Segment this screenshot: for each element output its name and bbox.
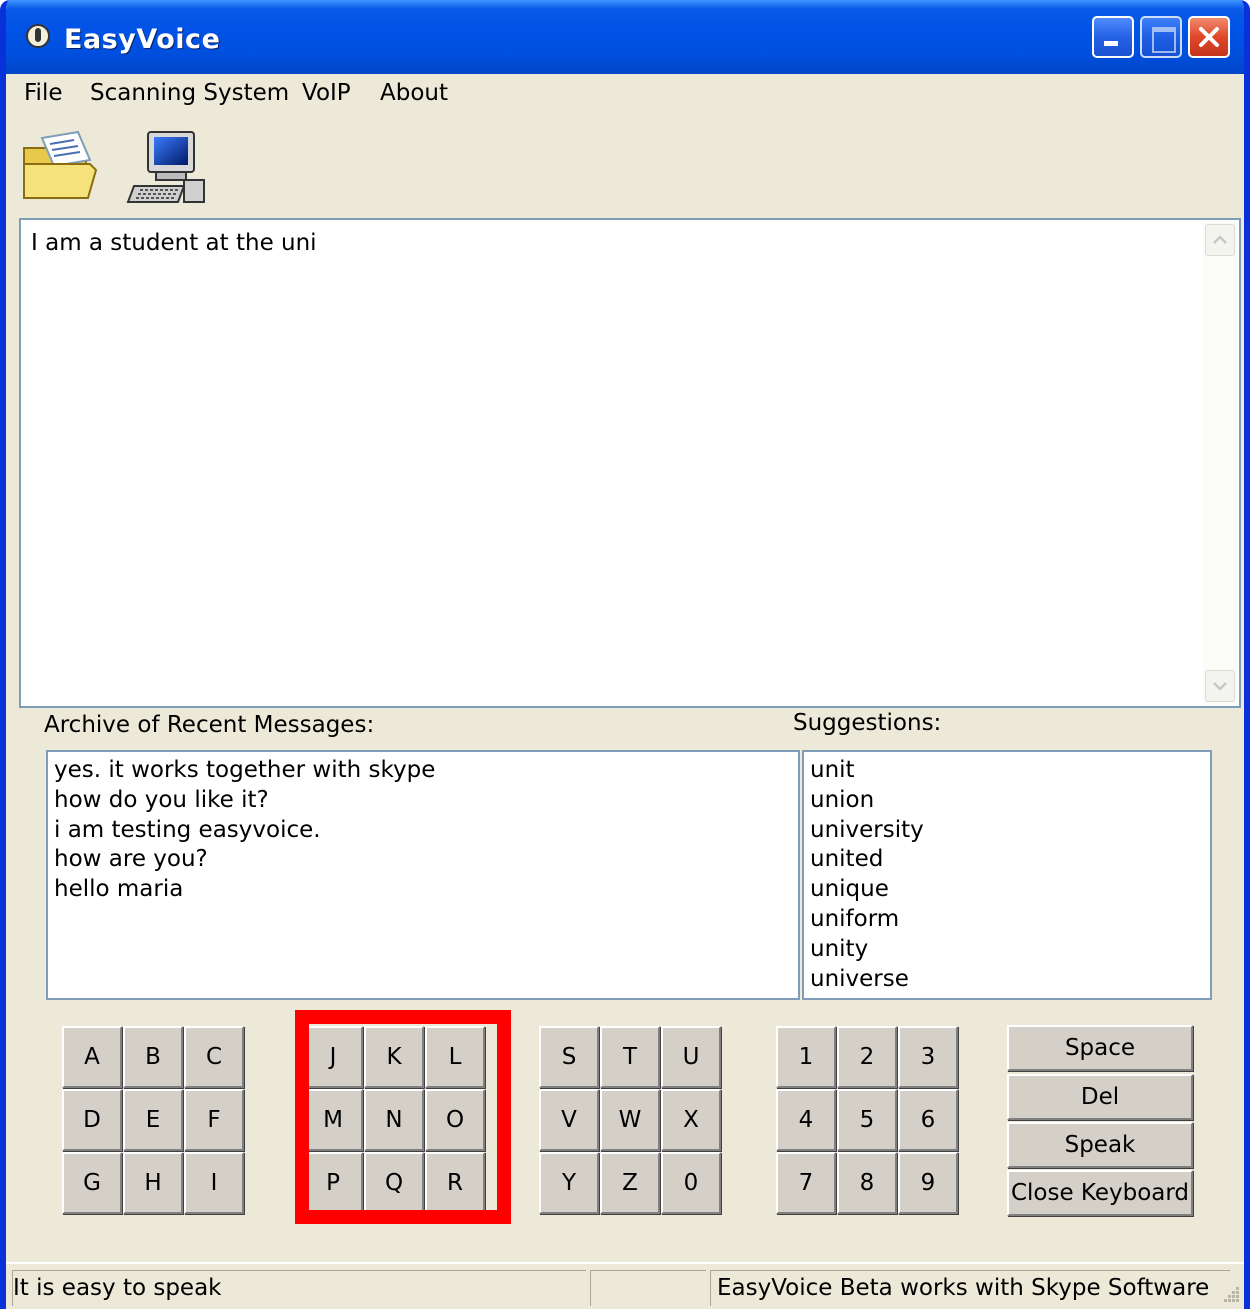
key-z[interactable]: Z (600, 1152, 660, 1214)
key-6[interactable]: 6 (898, 1089, 958, 1151)
menu-scanning-system[interactable]: Scanning System (90, 80, 289, 106)
menu-bar: File Scanning System VoIP About (6, 74, 1244, 116)
key-w[interactable]: W (600, 1089, 660, 1151)
key-i[interactable]: I (184, 1152, 244, 1214)
menu-about[interactable]: About (380, 80, 448, 106)
close-icon (1199, 27, 1219, 47)
space-button[interactable]: Space (1007, 1025, 1193, 1071)
speak-button[interactable]: Speak (1007, 1122, 1193, 1168)
key-f[interactable]: F (184, 1089, 244, 1151)
key-7[interactable]: 7 (776, 1152, 836, 1214)
scroll-up-button[interactable] (1205, 224, 1235, 256)
list-item[interactable]: how do you like it? (54, 786, 792, 816)
message-text: I am a student at the uni (31, 230, 317, 256)
key-2[interactable]: 2 (837, 1026, 897, 1088)
status-bar: It is easy to speak EasyVoice Beta works… (6, 1262, 1244, 1309)
resize-grip-icon[interactable] (1222, 1285, 1240, 1303)
key-b[interactable]: B (123, 1026, 183, 1088)
key-4[interactable]: 4 (776, 1089, 836, 1151)
suggestions-label: Suggestions: (793, 710, 942, 736)
app-icon (26, 24, 50, 48)
key-s[interactable]: S (539, 1026, 599, 1088)
computer-icon[interactable] (126, 128, 208, 206)
key-h[interactable]: H (123, 1152, 183, 1214)
key-u[interactable]: U (661, 1026, 721, 1088)
list-item[interactable]: how are you? (54, 845, 792, 875)
scroll-down-button[interactable] (1205, 670, 1235, 702)
archive-list[interactable]: yes. it works together with skype how do… (46, 750, 800, 1000)
title-bar[interactable]: EasyVoice (6, 0, 1244, 74)
status-message: It is easy to speak (12, 1270, 586, 1306)
list-item[interactable]: i am testing easyvoice. (54, 816, 792, 846)
delete-button[interactable]: Del (1007, 1074, 1193, 1120)
key-e[interactable]: E (123, 1089, 183, 1151)
close-button[interactable] (1188, 16, 1230, 58)
window-title: EasyVoice (64, 24, 221, 55)
key-g[interactable]: G (62, 1152, 122, 1214)
key-t[interactable]: T (600, 1026, 660, 1088)
key-9[interactable]: 9 (898, 1152, 958, 1214)
suggestion-item[interactable]: unique (810, 875, 1204, 905)
suggestion-item[interactable]: unity (810, 935, 1204, 965)
vertical-scrollbar[interactable] (1203, 222, 1237, 704)
suggestion-item[interactable]: union (810, 786, 1204, 816)
suggestion-item[interactable]: uniform (810, 905, 1204, 935)
message-text-area[interactable]: I am a student at the uni (19, 218, 1241, 708)
menu-file[interactable]: File (24, 80, 63, 106)
key-8[interactable]: 8 (837, 1152, 897, 1214)
maximize-button[interactable] (1140, 16, 1182, 58)
scan-highlight-frame (295, 1010, 511, 1224)
app-window: EasyVoice File Scanning System VoIP Abou… (0, 0, 1250, 1309)
chevron-up-icon (1213, 235, 1227, 244)
key-5[interactable]: 5 (837, 1089, 897, 1151)
key-c[interactable]: C (184, 1026, 244, 1088)
key-d[interactable]: D (62, 1089, 122, 1151)
key-a[interactable]: A (62, 1026, 122, 1088)
archive-label: Archive of Recent Messages: (44, 712, 375, 738)
menu-voip[interactable]: VoIP (302, 80, 351, 106)
suggestions-list[interactable]: unit union university united unique unif… (802, 750, 1212, 1000)
suggestion-item[interactable]: university (810, 816, 1204, 846)
status-middle-pane (590, 1270, 706, 1306)
open-folder-icon[interactable] (20, 130, 100, 204)
key-y[interactable]: Y (539, 1152, 599, 1214)
minimize-button[interactable] (1092, 16, 1134, 58)
list-item[interactable]: hello maria (54, 875, 792, 905)
key-1[interactable]: 1 (776, 1026, 836, 1088)
key-0[interactable]: 0 (661, 1152, 721, 1214)
key-3[interactable]: 3 (898, 1026, 958, 1088)
close-keyboard-button[interactable]: Close Keyboard (1007, 1170, 1193, 1216)
status-info: EasyVoice Beta works with Skype Software (710, 1270, 1230, 1306)
key-x[interactable]: X (661, 1089, 721, 1151)
key-v[interactable]: V (539, 1089, 599, 1151)
suggestion-item[interactable]: universe (810, 965, 1204, 995)
list-item[interactable]: yes. it works together with skype (54, 756, 792, 786)
suggestion-item[interactable]: united (810, 845, 1204, 875)
chevron-down-icon (1213, 682, 1227, 691)
suggestion-item[interactable]: unit (810, 756, 1204, 786)
